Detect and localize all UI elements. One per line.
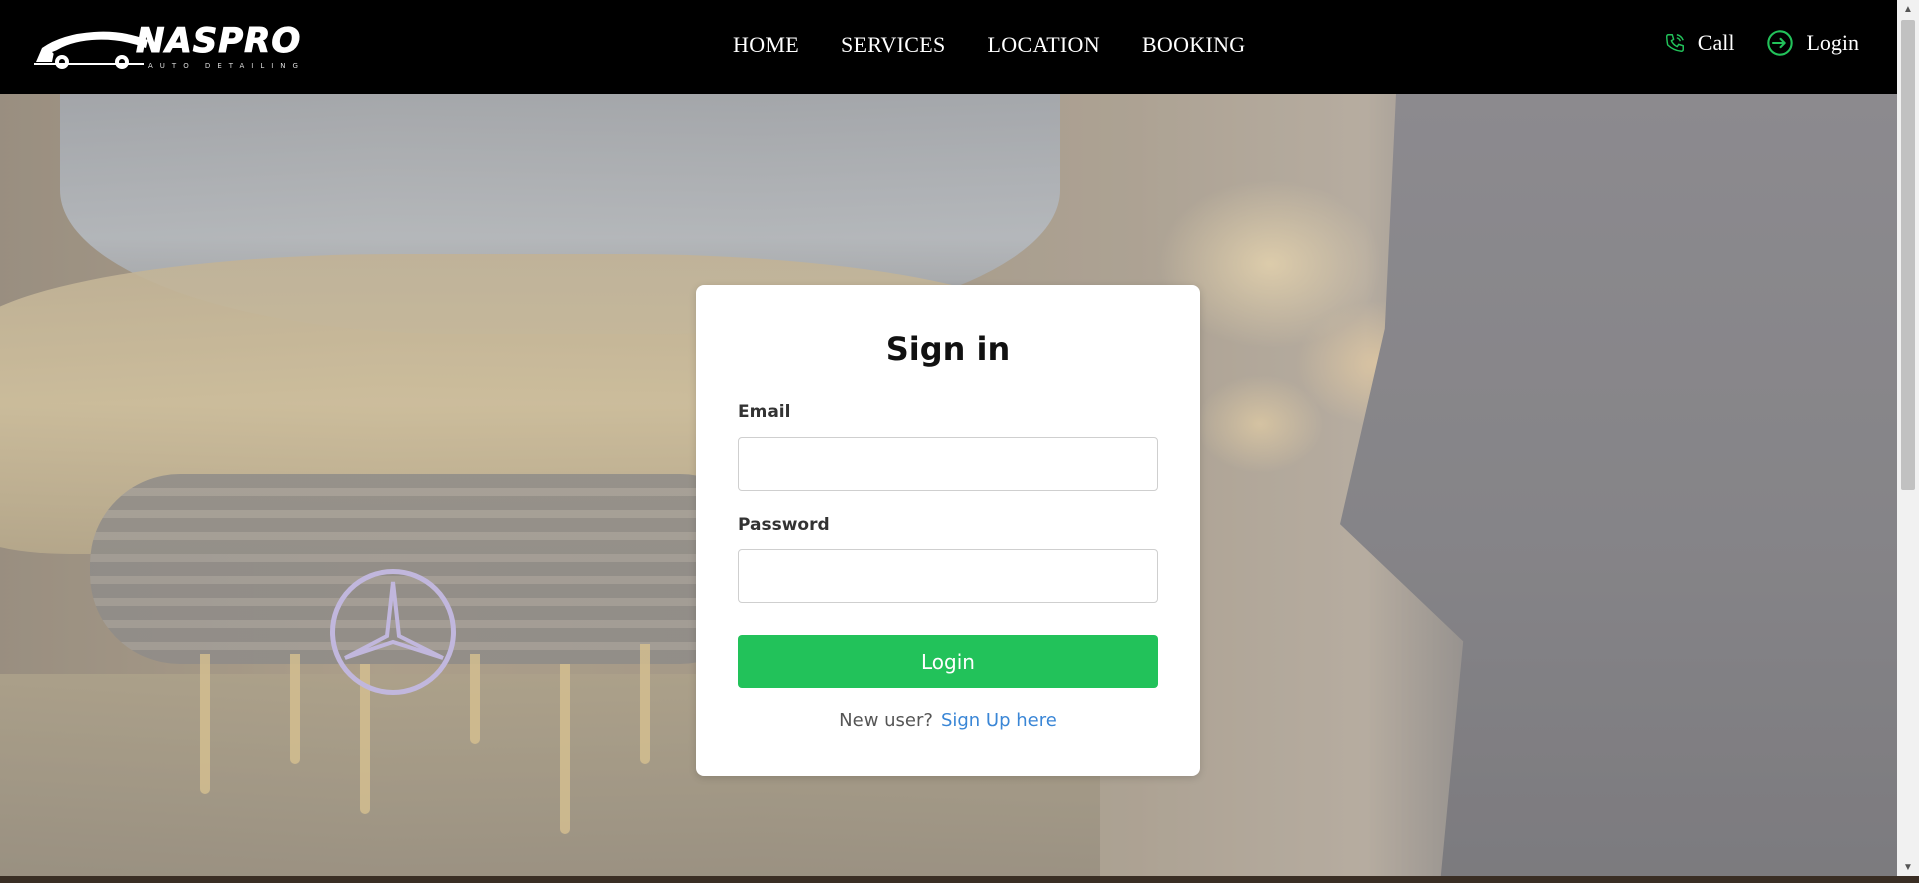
top-navbar: NASPRO AUTO DETAILING HOME SERVICES LOCA… [0, 0, 1897, 94]
call-button[interactable]: Call [1664, 30, 1735, 56]
login-button[interactable]: Login [738, 635, 1158, 688]
new-user-text: New user? [839, 710, 933, 731]
call-label: Call [1697, 30, 1735, 55]
signin-card: Sign in Email Password Login New user? Si… [696, 285, 1200, 776]
password-label: Password [738, 515, 830, 535]
scroll-down-arrow-icon[interactable]: ▼ [1897, 858, 1919, 876]
phone-icon [1665, 34, 1684, 52]
login-icon [1767, 30, 1794, 56]
brand-tagline: AUTO DETAILING [148, 62, 305, 70]
signin-title: Sign in [885, 330, 1011, 368]
signup-row: New user? Sign Up here [696, 710, 1200, 731]
brand-name: NASPRO [135, 21, 302, 61]
nav-booking[interactable]: BOOKING [1142, 32, 1246, 58]
scroll-up-arrow-icon[interactable]: ▲ [1897, 0, 1919, 18]
signup-link[interactable]: Sign Up here [941, 710, 1057, 731]
email-label: Email [738, 402, 791, 422]
nav-services[interactable]: SERVICES [841, 32, 946, 58]
login-link[interactable]: Login [1766, 29, 1859, 57]
scroll-thumb[interactable] [1901, 20, 1915, 490]
password-field[interactable] [738, 549, 1158, 603]
header-actions: Call Login [1664, 29, 1859, 57]
page-bottom-edge [0, 876, 1919, 883]
email-field[interactable] [738, 437, 1158, 491]
car-logo-icon [34, 31, 148, 69]
login-label: Login [1806, 30, 1859, 55]
page-scrollbar[interactable]: ▲ ▼ [1897, 0, 1919, 876]
nav-home[interactable]: HOME [733, 32, 799, 58]
main-nav: HOME SERVICES LOCATION BOOKING [733, 32, 1245, 58]
nav-location[interactable]: LOCATION [988, 32, 1100, 58]
brand-logo[interactable]: NASPRO AUTO DETAILING [32, 18, 312, 72]
